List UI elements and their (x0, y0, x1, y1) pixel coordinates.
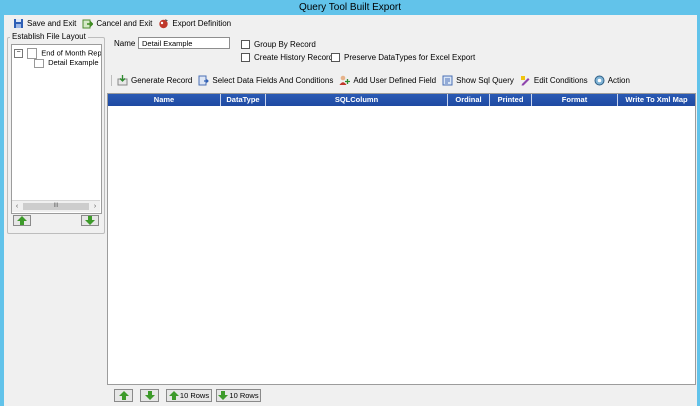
save-exit-label: Save and Exit (27, 19, 77, 28)
col-header-printed[interactable]: Printed (490, 94, 532, 106)
cancel-exit-label: Cancel and Exit (96, 19, 153, 28)
toolbar-separator (111, 75, 112, 86)
grid-header-row: Name DataType SQLColumn Ordinal Printed … (108, 94, 695, 106)
table-icon (34, 58, 44, 68)
group-by-label: Group By Record (254, 40, 316, 49)
grid-up-button[interactable] (114, 389, 133, 402)
cancel-icon (82, 18, 94, 29)
name-label: Name (114, 39, 136, 48)
add-field-icon (339, 75, 351, 86)
add-udf-button[interactable]: Add User Defined Field (339, 75, 436, 86)
select-fields-icon (198, 75, 210, 86)
down-arrow-icon (144, 391, 155, 400)
col-header-ordinal[interactable]: Ordinal (448, 94, 490, 106)
group-by-box[interactable] (241, 40, 250, 49)
move-up-button[interactable] (13, 215, 31, 226)
edit-conditions-icon (520, 75, 531, 86)
preserve-types-label: Preserve DataTypes for Excel Export (344, 53, 476, 62)
scroll-thumb[interactable]: III (23, 203, 89, 210)
group-by-checkbox[interactable]: Group By Record (241, 40, 316, 49)
save-exit-button[interactable]: Save and Exit (13, 18, 76, 29)
export-definition-button[interactable]: Export Definition (158, 18, 231, 29)
tree-item-detail-label: Detail Example (48, 58, 99, 67)
create-history-checkbox[interactable]: Create History Record (241, 53, 333, 62)
generate-record-button[interactable]: Generate Record (117, 75, 192, 86)
preserve-types-checkbox[interactable]: Preserve DataTypes for Excel Export (331, 53, 475, 62)
tree-item-detail[interactable]: Detail Example (34, 58, 99, 68)
select-fields-label: Select Data Fields And Conditions (212, 76, 334, 85)
col-header-format[interactable]: Format (532, 94, 618, 106)
grid-down-10-rows-button[interactable]: 10 Rows (216, 389, 261, 402)
scroll-left-icon[interactable]: ‹ (13, 202, 21, 211)
col-header-xml-map[interactable]: Write To Xml Map (618, 94, 695, 106)
up-arrow-icon (168, 391, 179, 400)
col-header-datatype[interactable]: DataType (221, 94, 266, 106)
show-sql-label: Show Sql Query (456, 76, 514, 85)
down-arrow-icon (85, 216, 95, 225)
sql-icon (442, 75, 453, 86)
preserve-types-box[interactable] (331, 53, 340, 62)
up-arrow-icon (118, 391, 129, 400)
file-layout-tree[interactable]: − End of Month Repor Detail Example (11, 44, 102, 214)
save-icon (13, 18, 24, 29)
col-header-sqlcolumn[interactable]: SQLColumn (266, 94, 448, 106)
grid-up-10-rows-button[interactable]: 10 Rows (166, 389, 212, 402)
cancel-exit-button[interactable]: Cancel and Exit (82, 18, 152, 29)
down-arrow-icon (218, 391, 229, 400)
action-icon (594, 75, 605, 86)
export-definition-label: Export Definition (172, 19, 232, 28)
select-fields-button[interactable]: Select Data Fields And Conditions (198, 75, 333, 86)
generate-icon (117, 75, 128, 86)
create-history-box[interactable] (241, 53, 250, 62)
window-frame-left (0, 15, 4, 406)
main-toolbar: Save and Exit Cancel and Exit Export Def… (13, 16, 237, 31)
scroll-right-icon[interactable]: › (91, 202, 99, 211)
generate-record-label: Generate Record (131, 76, 193, 85)
fields-grid[interactable]: Name DataType SQLColumn Ordinal Printed … (107, 93, 696, 385)
action-button[interactable]: Action (594, 75, 630, 86)
up-arrow-icon (17, 216, 27, 225)
name-input[interactable] (138, 37, 230, 49)
edit-conditions-button[interactable]: Edit Conditions (520, 75, 588, 86)
move-down-button[interactable] (81, 215, 99, 226)
tree-horizontal-scrollbar[interactable]: ‹ III › (12, 200, 100, 212)
create-history-label: Create History Record (254, 53, 334, 62)
edit-conditions-label: Edit Conditions (533, 76, 588, 85)
tree-item-root-label: End of Month Repor (41, 48, 102, 58)
export-icon (158, 18, 169, 29)
window-title: Query Tool Built Export (0, 0, 700, 15)
action-label: Action (607, 76, 630, 85)
up-10-rows-label: 10 Rows (179, 391, 210, 400)
down-10-rows-label: 10 Rows (229, 391, 259, 400)
col-header-name[interactable]: Name (108, 94, 221, 106)
grid-down-button[interactable] (140, 389, 159, 402)
file-layout-title: Establish File Layout (10, 32, 88, 42)
add-udf-label: Add User Defined Field (353, 76, 437, 85)
action-toolbar: Generate Record Select Data Fields And C… (110, 73, 636, 88)
tree-expander-icon[interactable]: − (14, 49, 23, 58)
show-sql-button[interactable]: Show Sql Query (442, 75, 514, 86)
